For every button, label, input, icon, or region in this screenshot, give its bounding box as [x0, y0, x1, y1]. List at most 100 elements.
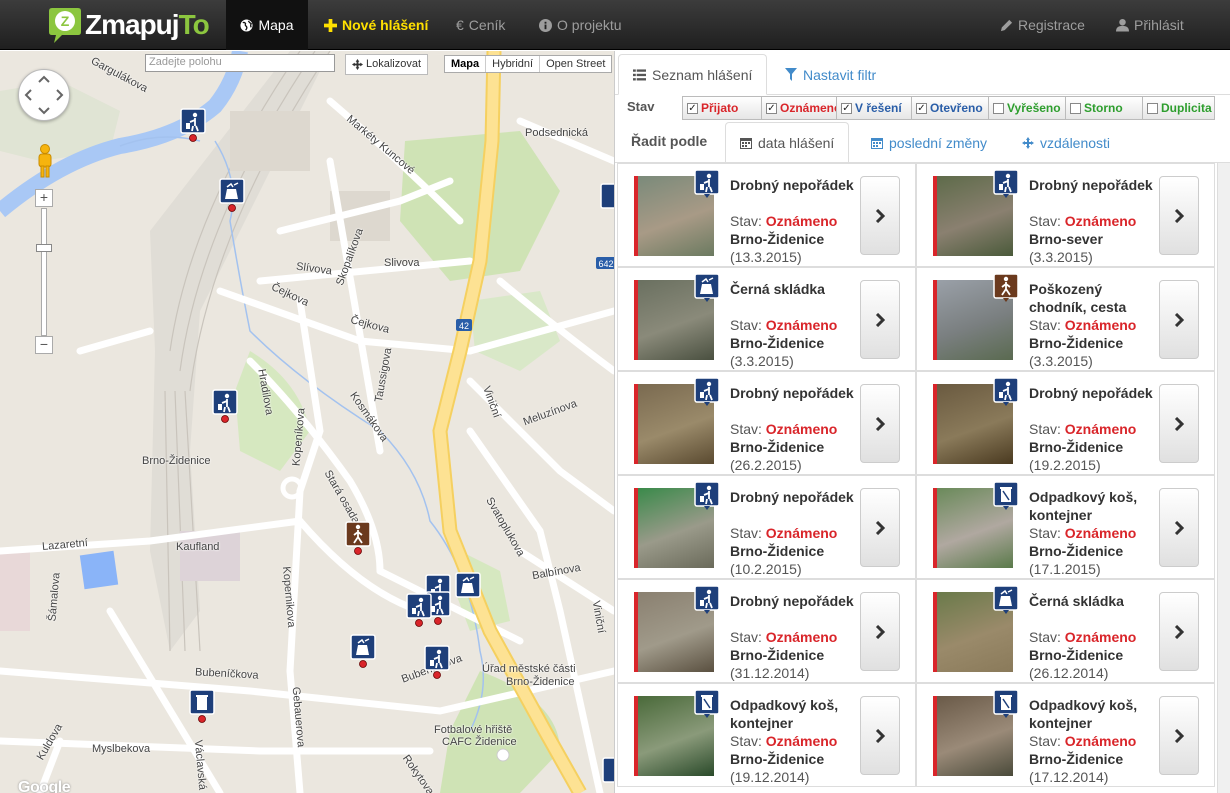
report-title: Odpadkový koš, kontejner — [1029, 489, 1138, 523]
report-category-litter-icon — [993, 377, 1019, 406]
sort-tab-last-change[interactable]: poslední změny — [857, 122, 1001, 163]
report-detail-button[interactable] — [860, 488, 900, 567]
nav-item-nove-hlaseni[interactable]: Nové hlášení — [324, 0, 428, 50]
map-marker-litter-icon[interactable] — [180, 108, 206, 142]
nav-item-cenik[interactable]: € Ceník — [456, 0, 505, 50]
report-detail-button[interactable] — [1159, 384, 1199, 463]
plus-icon — [324, 18, 337, 32]
status-checkbox-oznameno[interactable]: ✓ Oznámeno — [761, 96, 837, 120]
report-detail-button[interactable] — [860, 592, 900, 671]
report-city: Brno-Židenice — [1029, 335, 1124, 351]
report-list-scrollbar[interactable] — [1217, 163, 1230, 793]
brand-logo-link[interactable]: Z ZmapujTo — [48, 4, 210, 46]
report-title: Poškozený chodník, cesta — [1029, 281, 1127, 315]
report-title: Drobný nepořádek — [1029, 177, 1153, 193]
report-detail-button[interactable] — [1159, 592, 1199, 671]
checkbox-checked: ✓ — [687, 102, 698, 114]
map-canvas[interactable]: 42 642 Gargulákova Podsednická Markéty K… — [0, 51, 614, 793]
report-status-line: Stav: Oznámeno — [1029, 732, 1136, 750]
report-card[interactable]: Poškozený chodník, cesta Stav: Oznámeno Br… — [916, 267, 1215, 371]
report-card[interactable]: Odpadkový koš, kontejner Stav: Oznámeno Br… — [617, 683, 916, 787]
status-checkbox-duplicita[interactable]: Duplicita — [1142, 96, 1215, 120]
map-pan-control[interactable] — [18, 69, 70, 121]
tab-set-filter[interactable]: Nastavit filtr — [771, 54, 890, 95]
report-card[interactable]: Odpadkový koš, kontejner Stav: Oznámeno Br… — [916, 683, 1215, 787]
checkbox-unchecked — [1147, 102, 1158, 114]
status-checkbox-storno[interactable]: Storno — [1065, 96, 1143, 120]
sort-tab-distance[interactable]: vzdálenosti — [1008, 122, 1124, 163]
report-date: (19.2.2015) — [1029, 457, 1101, 473]
report-status-prefix: Stav: — [730, 317, 762, 333]
status-checkbox-v-reseni[interactable]: ✓ V řešení — [836, 96, 912, 120]
report-city: Brno-Židenice — [1029, 439, 1124, 455]
status-checkbox-vyreseno[interactable]: Vyřešeno — [988, 96, 1066, 120]
report-status-line: Stav: Oznámeno — [730, 316, 837, 334]
nav-item-mapa[interactable]: Mapa — [226, 0, 308, 50]
chevron-right-icon — [875, 416, 885, 431]
map-type-mapa[interactable]: Mapa — [445, 56, 485, 72]
status-checkbox-otevreno[interactable]: ✓ Otevřeno — [911, 96, 989, 120]
tab-report-list[interactable]: Seznam hlášení — [618, 54, 768, 95]
nav-register-link[interactable]: Registrace — [1000, 0, 1085, 50]
report-status-value: Oznámeno — [1064, 629, 1137, 645]
map-marker-dump-icon[interactable] — [350, 634, 376, 668]
report-card[interactable]: Drobný nepořádek Stav: Oznámeno Brno-Židen… — [617, 475, 916, 579]
report-status-line: Stav: Oznámeno — [1029, 524, 1136, 542]
report-card[interactable]: Černá skládka Stav: Oznámeno Brno-Židenice… — [916, 579, 1215, 683]
report-date: (26.12.2014) — [1029, 665, 1109, 681]
map-marker-dump-icon[interactable] — [455, 572, 481, 606]
nav-login-link[interactable]: Přihlásit — [1116, 0, 1184, 50]
map-marker-bin-icon[interactable] — [189, 689, 215, 723]
report-card[interactable]: Drobný nepořádek Stav: Oznámeno Brno-Židen… — [617, 163, 916, 267]
map-label-stadium-club: CAFC Židenice — [442, 736, 517, 748]
zoom-out-button[interactable]: − — [35, 336, 53, 354]
map-type-hybridni[interactable]: Hybridní — [485, 56, 539, 72]
chevron-right-icon — [1174, 416, 1184, 431]
report-status-line: Stav: Oznámeno — [730, 524, 837, 542]
map-type-open-street[interactable]: Open Street — [539, 56, 611, 72]
map-marker-litter-icon[interactable] — [406, 593, 432, 627]
street-view-pegman-icon[interactable] — [36, 144, 54, 178]
map-label: Podsednická — [525, 127, 588, 139]
map-marker-pedestrian-icon[interactable] — [345, 521, 371, 555]
report-card[interactable]: Drobný nepořádek Stav: Oznámeno Brno-Židen… — [617, 371, 916, 475]
report-status-value: Oznámeno — [765, 213, 838, 229]
map-marker-litter-icon[interactable] — [424, 645, 450, 679]
report-detail-button[interactable] — [1159, 176, 1199, 255]
report-status-value: Oznámeno — [1064, 733, 1137, 749]
map-marker-dump-icon[interactable] — [219, 178, 245, 212]
zoom-slider-handle[interactable] — [36, 244, 52, 252]
report-status-value: Oznámeno — [765, 733, 838, 749]
report-card[interactable]: Černá skládka Stav: Oznámeno Brno-Židenice… — [617, 267, 916, 371]
report-detail-button[interactable] — [860, 696, 900, 775]
report-detail-button[interactable] — [1159, 488, 1199, 567]
top-navbar: Z ZmapujTo Mapa Nové hlášení € Ceník O p… — [0, 0, 1230, 50]
chevron-right-icon — [875, 624, 885, 639]
report-detail-button[interactable] — [860, 384, 900, 463]
report-detail-button[interactable] — [860, 280, 900, 359]
map-marker-partial-icon[interactable] — [602, 757, 614, 791]
location-search-input[interactable]: Zadejte polohu — [145, 54, 335, 72]
report-card[interactable]: Drobný nepořádek Stav: Oznámeno Brno-Židen… — [916, 371, 1215, 475]
report-card[interactable]: Odpadkový koš, kontejner Stav: Oznámeno Br… — [916, 475, 1215, 579]
status-checkbox-prijato[interactable]: ✓ Přijato — [682, 96, 762, 120]
zoom-in-button[interactable]: + — [35, 189, 53, 207]
report-status-prefix: Stav: — [730, 421, 762, 437]
report-detail-button[interactable] — [1159, 280, 1199, 359]
sort-tab-report-date[interactable]: data hlášení — [725, 122, 850, 163]
report-card[interactable]: Drobný nepořádek Stav: Oznámeno Brno-sever… — [916, 163, 1215, 267]
report-detail-button[interactable] — [860, 176, 900, 255]
zoom-slider-track[interactable] — [41, 208, 47, 336]
chevron-right-icon — [1174, 624, 1184, 639]
nav-item-o-projektu[interactable]: O projektu — [539, 0, 622, 50]
map-marker-litter-icon[interactable] — [212, 389, 238, 423]
report-detail-button[interactable] — [1159, 696, 1199, 775]
report-card[interactable]: Drobný nepořádek Stav: Oznámeno Brno-Židen… — [617, 579, 916, 683]
localize-button[interactable]: Lokalizovat — [345, 54, 429, 75]
report-status-line: Stav: Oznámeno — [730, 212, 837, 230]
report-status-prefix: Stav: — [1029, 525, 1061, 541]
report-date: (17.12.2014) — [1029, 769, 1109, 785]
user-icon — [1116, 18, 1129, 32]
map-marker-partial-icon[interactable] — [600, 183, 614, 217]
nav-label-o-projektu: O projektu — [557, 17, 622, 33]
